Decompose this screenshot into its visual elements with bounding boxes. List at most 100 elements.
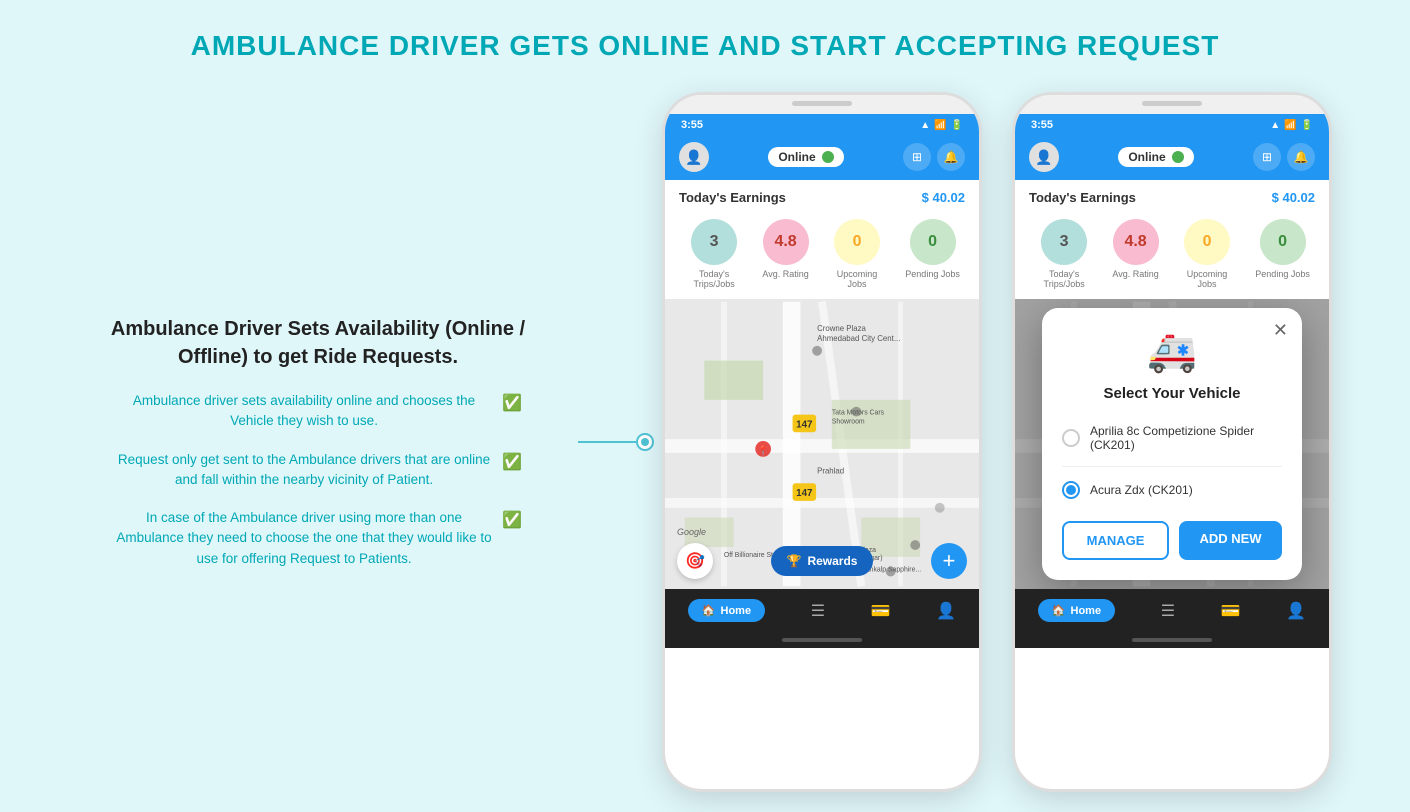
phone1-location-btn[interactable]: 🎯: [677, 543, 713, 579]
phone2-stat-label-pending: Pending Jobs: [1255, 269, 1310, 279]
phone1-stat-circle-rating: 4.8: [763, 219, 809, 265]
phone1-stats-row: 3 Today's Trips/Jobs 4.8 Avg. Rating 0 U…: [665, 211, 979, 299]
phone1-stat-label-upcoming: Upcoming Jobs: [827, 269, 887, 289]
modal-close-btn[interactable]: ✕: [1273, 320, 1288, 341]
svg-text:Prahlad: Prahlad: [817, 466, 844, 475]
phone1-header: 👤 Online ⊞ 🔔: [665, 136, 979, 180]
phone1-bottom-nav: 🏠 Home ☰ 💳 👤: [665, 589, 979, 638]
phone2-bottom-pill: [1015, 638, 1329, 648]
phone2-nav-wallet[interactable]: 💳: [1221, 601, 1241, 621]
phone2-online-toggle[interactable]: Online: [1118, 147, 1193, 167]
phone1-stat-circle-pending: 0: [910, 219, 956, 265]
check-icon-1: ✅: [502, 393, 522, 413]
modal-title: Select Your Vehicle: [1062, 385, 1282, 402]
left-panel: Ambulance Driver Sets Availability (Onli…: [78, 315, 578, 569]
phone2-stats-row: 3 Today's Trips/Jobs 4.8 Avg. Rating 0 U…: [1015, 211, 1329, 299]
phone1-stat-pending: 0 Pending Jobs: [905, 219, 960, 289]
page-title: AMBULANCE DRIVER GETS ONLINE AND START A…: [191, 30, 1220, 62]
phone2-bell-icon[interactable]: 🔔: [1287, 143, 1315, 171]
profile-icon: 👤: [936, 601, 956, 621]
vehicle2-label: Acura Zdx (CK201): [1090, 483, 1193, 497]
phone2: 3:55 ▲ 📶 🔋 👤 Online ⊞: [1012, 92, 1332, 792]
phone2-nav-home[interactable]: 🏠 Home: [1038, 599, 1115, 622]
phone1-time: 3:55: [681, 119, 703, 131]
svg-text:147: 147: [796, 419, 813, 430]
ambulance-icon: 🚑: [1062, 328, 1282, 375]
phone2-status-bar: 3:55 ▲ 📶 🔋: [1015, 114, 1329, 136]
phone1-stat-upcoming: 0 Upcoming Jobs: [827, 219, 887, 289]
feature-list: Ambulance driver sets availability onlin…: [78, 391, 558, 569]
phone2-stat-upcoming: 0 Upcoming Jobs: [1177, 219, 1237, 289]
phone1-bell-icon[interactable]: 🔔: [937, 143, 965, 171]
phone1-grid-icon[interactable]: ⊞: [903, 143, 931, 171]
svg-text:📍: 📍: [757, 445, 769, 457]
phone2-pill-bar: [1132, 638, 1212, 642]
phone1-map-controls: 🎯 🏆 Rewards +: [665, 543, 979, 579]
phone1-earnings-value: $ 40.02: [922, 190, 965, 205]
phone2-status-icons: ▲ 📶 🔋: [1270, 120, 1313, 131]
phone1-toggle-dot: [822, 151, 834, 163]
svg-text:Ahmedabad City Cent...: Ahmedabad City Cent...: [817, 334, 900, 343]
phone2-online-label: Online: [1128, 150, 1165, 164]
phone1-rewards-btn[interactable]: 🏆 Rewards: [771, 546, 874, 576]
phone1-earnings-row: Today's Earnings $ 40.02: [665, 180, 979, 211]
phone1-nav-wallet[interactable]: 💳: [871, 601, 891, 621]
phone1-online-label: Online: [778, 150, 815, 164]
phone1-google-label: Google: [677, 527, 706, 537]
phone2-stat-label-rating: Avg. Rating: [1112, 269, 1158, 279]
feature-text-2: Request only get sent to the Ambulance d…: [114, 450, 494, 491]
check-icon-3: ✅: [502, 510, 522, 530]
phone2-stat-circle-upcoming: 0: [1184, 219, 1230, 265]
phone2-wifi-icon: 📶: [1284, 120, 1296, 131]
phone2-grid-icon[interactable]: ⊞: [1253, 143, 1281, 171]
phone1-bottom-pill: [665, 638, 979, 648]
connector-line: [578, 441, 638, 443]
feature-text-3: In case of the Ambulance driver using mo…: [114, 508, 494, 569]
phone2-toggle-dot: [1172, 151, 1184, 163]
phone2-home-icon: 🏠: [1052, 604, 1066, 617]
phone2-map: Crowne Plaza Ahmedabad City Cent... ✕ 🚑 …: [1015, 299, 1329, 589]
phone1-nav-home[interactable]: 🏠 Home: [688, 599, 765, 622]
vehicle-option-1[interactable]: Aprilia 8c Competizione Spider (CK201): [1062, 416, 1282, 460]
phone1-pill-bar: [782, 638, 862, 642]
content-row: Ambulance Driver Sets Availability (Onli…: [40, 92, 1370, 792]
phone1-nav-list[interactable]: ☰: [811, 601, 825, 621]
phone1-add-btn[interactable]: +: [931, 543, 967, 579]
phone1-stat-label-trips: Today's Trips/Jobs: [684, 269, 744, 289]
vehicle1-radio[interactable]: [1062, 429, 1080, 447]
phone2-earnings-label: Today's Earnings: [1029, 190, 1136, 205]
phone1-avatar: 👤: [679, 142, 709, 172]
phones-container: 3:55 ▲ 📶 🔋 👤 Online ⊞: [662, 92, 1332, 792]
svg-text:Showroom: Showroom: [832, 418, 865, 425]
check-icon-2: ✅: [502, 452, 522, 472]
phone2-header: 👤 Online ⊞ 🔔: [1015, 136, 1329, 180]
phone2-wallet-icon: 💳: [1221, 601, 1241, 621]
phone2-stat-circle-pending: 0: [1260, 219, 1306, 265]
phone1-stat-label-pending: Pending Jobs: [905, 269, 960, 279]
phone2-nav-list[interactable]: ☰: [1161, 601, 1175, 621]
phone2-header-icons: ⊞ 🔔: [1253, 143, 1315, 171]
modal-divider: [1062, 466, 1282, 467]
wifi-icon: 📶: [934, 120, 946, 131]
connector: [578, 435, 652, 449]
phone1-online-toggle[interactable]: Online: [768, 147, 843, 167]
phone2-stat-circle-rating: 4.8: [1113, 219, 1159, 265]
vehicle2-radio[interactable]: [1062, 481, 1080, 499]
phone2-list-icon: ☰: [1161, 601, 1175, 621]
phone1-earnings-label: Today's Earnings: [679, 190, 786, 205]
add-new-button[interactable]: ADD NEW: [1179, 521, 1282, 560]
phone2-stat-pending: 0 Pending Jobs: [1255, 219, 1310, 289]
phone2-avatar: 👤: [1029, 142, 1059, 172]
vehicle2-radio-inner: [1066, 485, 1076, 495]
phone2-stat-label-upcoming: Upcoming Jobs: [1177, 269, 1237, 289]
main-heading: Ambulance Driver Sets Availability (Onli…: [78, 315, 558, 371]
manage-button[interactable]: MANAGE: [1062, 521, 1169, 560]
phone1-header-icons: ⊞ 🔔: [903, 143, 965, 171]
phone2-profile-icon: 👤: [1286, 601, 1306, 621]
vehicle1-label: Aprilia 8c Competizione Spider (CK201): [1090, 424, 1282, 452]
phone2-nav-profile[interactable]: 👤: [1286, 601, 1306, 621]
feature-item-3: In case of the Ambulance driver using mo…: [78, 508, 558, 569]
phone1-nav-profile[interactable]: 👤: [936, 601, 956, 621]
connector-dot: [638, 435, 652, 449]
vehicle-option-2[interactable]: Acura Zdx (CK201): [1062, 473, 1282, 507]
